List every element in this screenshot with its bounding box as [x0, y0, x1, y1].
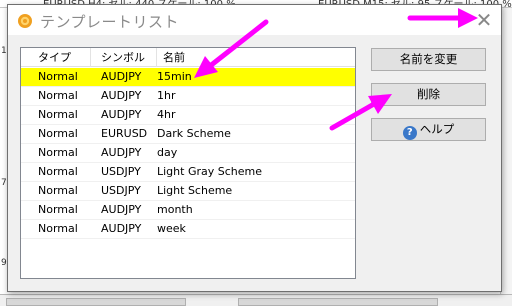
- table-row[interactable]: Normal AUDJPY month: [21, 201, 355, 220]
- cell-name: Dark Scheme: [157, 127, 231, 140]
- table-row[interactable]: Normal AUDJPY day: [21, 144, 355, 163]
- cell-symbol: EURUSD: [101, 127, 148, 140]
- cell-type: Normal: [38, 70, 78, 83]
- cell-symbol: AUDJPY: [101, 203, 142, 216]
- column-header-symbol[interactable]: シンボル: [91, 48, 157, 67]
- delete-button-label: 削除: [417, 87, 440, 101]
- cell-type: Normal: [38, 203, 78, 216]
- gear-icon: [18, 14, 32, 28]
- cell-type: Normal: [38, 184, 78, 197]
- scroll-thumb[interactable]: [238, 298, 438, 306]
- delete-button[interactable]: 削除: [371, 83, 486, 106]
- cell-name: 1hr: [157, 89, 176, 102]
- rename-button[interactable]: 名前を変更: [371, 48, 486, 71]
- table-row[interactable]: Normal AUDJPY 1hr: [21, 87, 355, 106]
- scroll-thumb[interactable]: [6, 298, 186, 306]
- cell-type: Normal: [38, 108, 78, 121]
- cell-type: Normal: [38, 222, 78, 235]
- chart-axis-mark: 7: [1, 178, 7, 188]
- cell-type: Normal: [38, 165, 78, 178]
- dialog-title: テンプレートリスト: [40, 13, 180, 31]
- chart-scrollbar[interactable]: [0, 294, 512, 306]
- dialog-titlebar[interactable]: テンプレートリスト ✕: [8, 5, 501, 35]
- cell-type: Normal: [38, 127, 78, 140]
- cell-symbol: AUDJPY: [101, 108, 142, 121]
- close-icon: ✕: [475, 8, 493, 32]
- cell-name: week: [157, 222, 186, 235]
- column-header-name[interactable]: 名前: [157, 48, 355, 67]
- cell-symbol: AUDJPY: [101, 70, 142, 83]
- cell-name: 4hr: [157, 108, 176, 121]
- table-row[interactable]: Normal EURUSD Dark Scheme: [21, 125, 355, 144]
- template-list[interactable]: タイプ シンボル 名前 Normal AUDJPY 15min Normal AUDJP…: [20, 47, 356, 279]
- close-button[interactable]: ✕: [467, 5, 501, 35]
- cell-symbol: AUDJPY: [101, 146, 142, 159]
- cell-name: 15min: [157, 70, 192, 83]
- table-row[interactable]: Normal USDJPY Light Gray Scheme: [21, 163, 355, 182]
- table-row[interactable]: Normal USDJPY Light Scheme: [21, 182, 355, 201]
- chart-axis-mark: 1: [1, 46, 7, 56]
- column-header-type[interactable]: タイプ: [21, 48, 91, 67]
- help-button[interactable]: ? ヘルプ: [371, 118, 486, 141]
- rename-button-label: 名前を変更: [399, 52, 458, 66]
- cell-name: day: [157, 146, 178, 159]
- table-row[interactable]: Normal AUDJPY 4hr: [21, 106, 355, 125]
- table-row[interactable]: Normal AUDJPY 15min: [21, 68, 355, 87]
- cell-name: Light Gray Scheme: [157, 165, 262, 178]
- cell-type: Normal: [38, 89, 78, 102]
- template-list-dialog: テンプレートリスト ✕ タイプ シンボル 名前 Normal AUDJPY 15mi…: [7, 4, 502, 292]
- help-button-label: ヘルプ: [419, 122, 455, 136]
- cell-symbol: USDJPY: [101, 165, 141, 178]
- cell-symbol: USDJPY: [101, 184, 141, 197]
- table-row[interactable]: Normal AUDJPY week: [21, 220, 355, 239]
- list-header: タイプ シンボル 名前: [21, 48, 355, 67]
- question-mark-icon: ?: [402, 126, 417, 140]
- cell-symbol: AUDJPY: [101, 89, 142, 102]
- cell-name: month: [157, 203, 193, 216]
- cell-symbol: AUDJPY: [101, 222, 142, 235]
- cell-name: Light Scheme: [157, 184, 233, 197]
- cell-type: Normal: [38, 146, 78, 159]
